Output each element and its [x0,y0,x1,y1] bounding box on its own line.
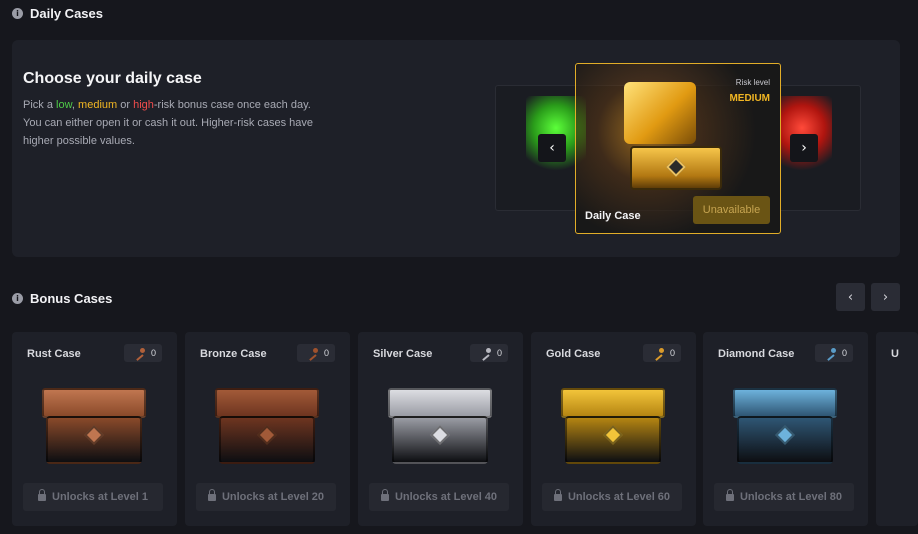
bonus-case-name: Silver Case [373,348,433,360]
key-icon [481,348,491,358]
key-count: 0 [841,348,847,358]
chevron-left-icon: ‹ [847,289,854,305]
bonus-case-name: Bronze Case [200,348,267,360]
key-icon [654,348,664,358]
key-icon [826,348,836,358]
info-icon[interactable]: i [12,8,23,19]
bonus-case-name: Gold Case [546,348,601,360]
bonus-case-card[interactable]: Diamond Case 0 Unlocks at Level 80 [703,332,868,526]
unlock-level-button[interactable]: Unlocks at Level 60 [542,483,682,511]
key-count: 0 [496,348,502,358]
bonus-case-card[interactable]: Bronze Case 0 Unlocks at Level 20 [185,332,350,526]
risk-high-text: high [133,99,154,111]
key-count: 0 [669,348,675,358]
unlock-level-text: Unlocks at Level 20 [221,491,325,503]
bonus-case-card[interactable]: Gold Case 0 Unlocks at Level 60 [531,332,696,526]
bonus-case-name: Rust Case [27,348,81,360]
lock-icon [553,488,562,502]
case-chest-image [727,384,843,470]
chevron-right-icon: › [801,140,807,156]
bonus-case-name: Diamond Case [718,348,795,360]
carousel-prev-button[interactable]: ‹ [538,134,566,162]
lock-icon [38,488,46,502]
case-coin-art [624,82,696,144]
unlock-level-button[interactable]: Unlocks at Level 20 [196,483,336,511]
carousel-next-button[interactable]: › [790,134,818,162]
bonus-cases-title: Bonus Cases [30,291,113,306]
key-count: 0 [323,348,329,358]
daily-case-card[interactable]: Risk level MEDIUM Daily Case Unavailable [575,63,781,234]
daily-heading: Choose your daily case [23,70,202,87]
bonus-case-card[interactable]: Rust Case 0 Unlocks at Level 1 [12,332,177,526]
case-chest-image [36,384,152,470]
case-chest-image [555,384,671,470]
key-count-badge: 0 [470,344,508,362]
daily-description: Pick a low, medium or high-risk bonus ca… [23,99,314,147]
case-chest-image [382,384,498,470]
key-count-badge: 0 [297,344,335,362]
bonus-prev-button[interactable]: ‹ [836,283,865,311]
bonus-next-button[interactable]: › [871,283,900,311]
chevron-right-icon: › [882,289,889,305]
lock-icon [207,488,216,502]
unlock-level-text: Unlocks at Level 1 [52,491,148,503]
unlock-level-text: Unlocks at Level 80 [739,491,843,503]
lock-icon [380,488,389,502]
unlock-level-text: Unlocks at Level 60 [567,491,671,503]
key-count-badge: 0 [815,344,853,362]
unlock-level-button[interactable]: Unlocks at Level 80 [714,483,854,511]
chevron-left-icon: ‹ [549,140,555,156]
daily-cases-header: i Daily Cases [12,6,103,21]
risk-level-label: Risk level [735,78,770,87]
daily-cases-title: Daily Cases [30,6,103,21]
risk-medium-text: medium [78,99,118,111]
unlock-level-button[interactable]: Unlocks at Level 40 [369,483,509,511]
lock-icon [725,488,734,502]
bonus-case-card-partial[interactable]: U [876,332,918,526]
bonus-case-name: U [891,348,899,360]
daily-case-name: Daily Case [585,210,641,222]
key-icon [308,348,318,358]
unlock-level-button[interactable]: Unlocks at Level 1 [23,483,163,511]
unlock-level-text: Unlocks at Level 40 [394,491,498,503]
bonus-cases-header: i Bonus Cases [12,291,112,306]
key-count-badge: 0 [643,344,681,362]
info-icon[interactable]: i [12,293,23,304]
risk-low-text: low [56,99,72,111]
key-count: 0 [150,348,156,358]
key-icon [135,348,145,358]
unavailable-button[interactable]: Unavailable [693,196,770,224]
risk-level-value: MEDIUM [729,93,770,104]
case-chest-image [209,384,325,470]
key-count-badge: 0 [124,344,162,362]
bonus-case-card[interactable]: Silver Case 0 Unlocks at Level 40 [358,332,523,526]
